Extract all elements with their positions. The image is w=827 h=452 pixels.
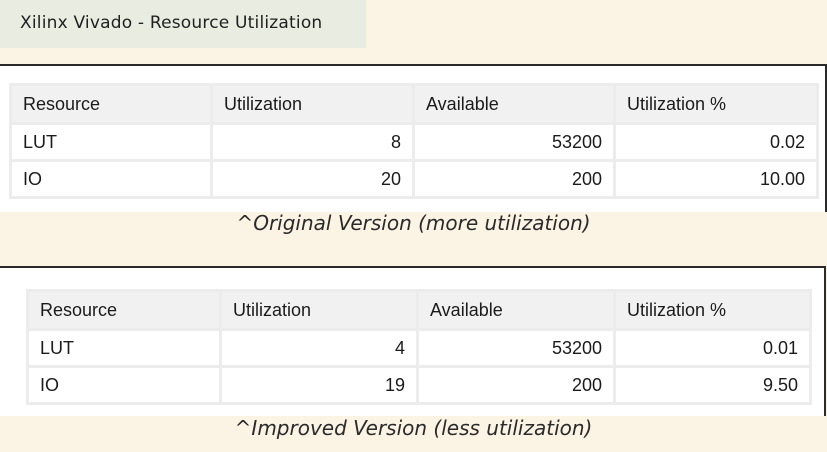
table-row[interactable]: IO 19 200 9.50 [29,368,809,402]
cell-utilization-percent: 0.02 [616,125,816,159]
cell-utilization-percent: 9.50 [616,368,809,402]
cell-utilization-percent: 10.00 [616,162,816,196]
cell-utilization-percent: 0.01 [616,331,809,365]
column-header-utilization[interactable]: Utilization [222,292,416,328]
cell-available: 200 [415,162,613,196]
column-header-utilization-percent[interactable]: Utilization % [616,292,809,328]
cell-utilization: 4 [222,331,416,365]
column-header-available[interactable]: Available [419,292,613,328]
column-header-resource[interactable]: Resource [12,86,210,122]
table-header-row: Resource Utilization Available Utilizati… [29,292,809,328]
table-row[interactable]: LUT 8 53200 0.02 [12,125,816,159]
cell-utilization: 19 [222,368,416,402]
table-row[interactable]: IO 20 200 10.00 [12,162,816,196]
table-header-row: Resource Utilization Available Utilizati… [12,86,816,122]
cell-available: 53200 [419,331,613,365]
cell-resource: LUT [29,331,219,365]
title-banner: Xilinx Vivado - Resource Utilization [0,0,366,48]
table-row[interactable]: LUT 4 53200 0.01 [29,331,809,365]
improved-utilization-table: Resource Utilization Available Utilizati… [26,289,812,405]
original-utilization-panel: Resource Utilization Available Utilizati… [0,64,827,212]
column-header-available[interactable]: Available [415,86,613,122]
page-title: Xilinx Vivado - Resource Utilization [20,13,323,33]
column-header-utilization[interactable]: Utilization [213,86,412,122]
cell-available: 200 [419,368,613,402]
original-utilization-table: Resource Utilization Available Utilizati… [9,83,819,199]
cell-resource: LUT [12,125,210,159]
cell-resource: IO [12,162,210,196]
cell-available: 53200 [415,125,613,159]
original-version-caption: ^Original Version (more utilization) [236,211,591,235]
column-header-resource[interactable]: Resource [29,292,219,328]
column-header-utilization-percent[interactable]: Utilization % [616,86,816,122]
cell-utilization: 20 [213,162,412,196]
cell-utilization: 8 [213,125,412,159]
improved-version-caption: ^Improved Version (less utilization) [234,416,593,440]
improved-utilization-panel: Resource Utilization Available Utilizati… [0,266,826,416]
cell-resource: IO [29,368,219,402]
